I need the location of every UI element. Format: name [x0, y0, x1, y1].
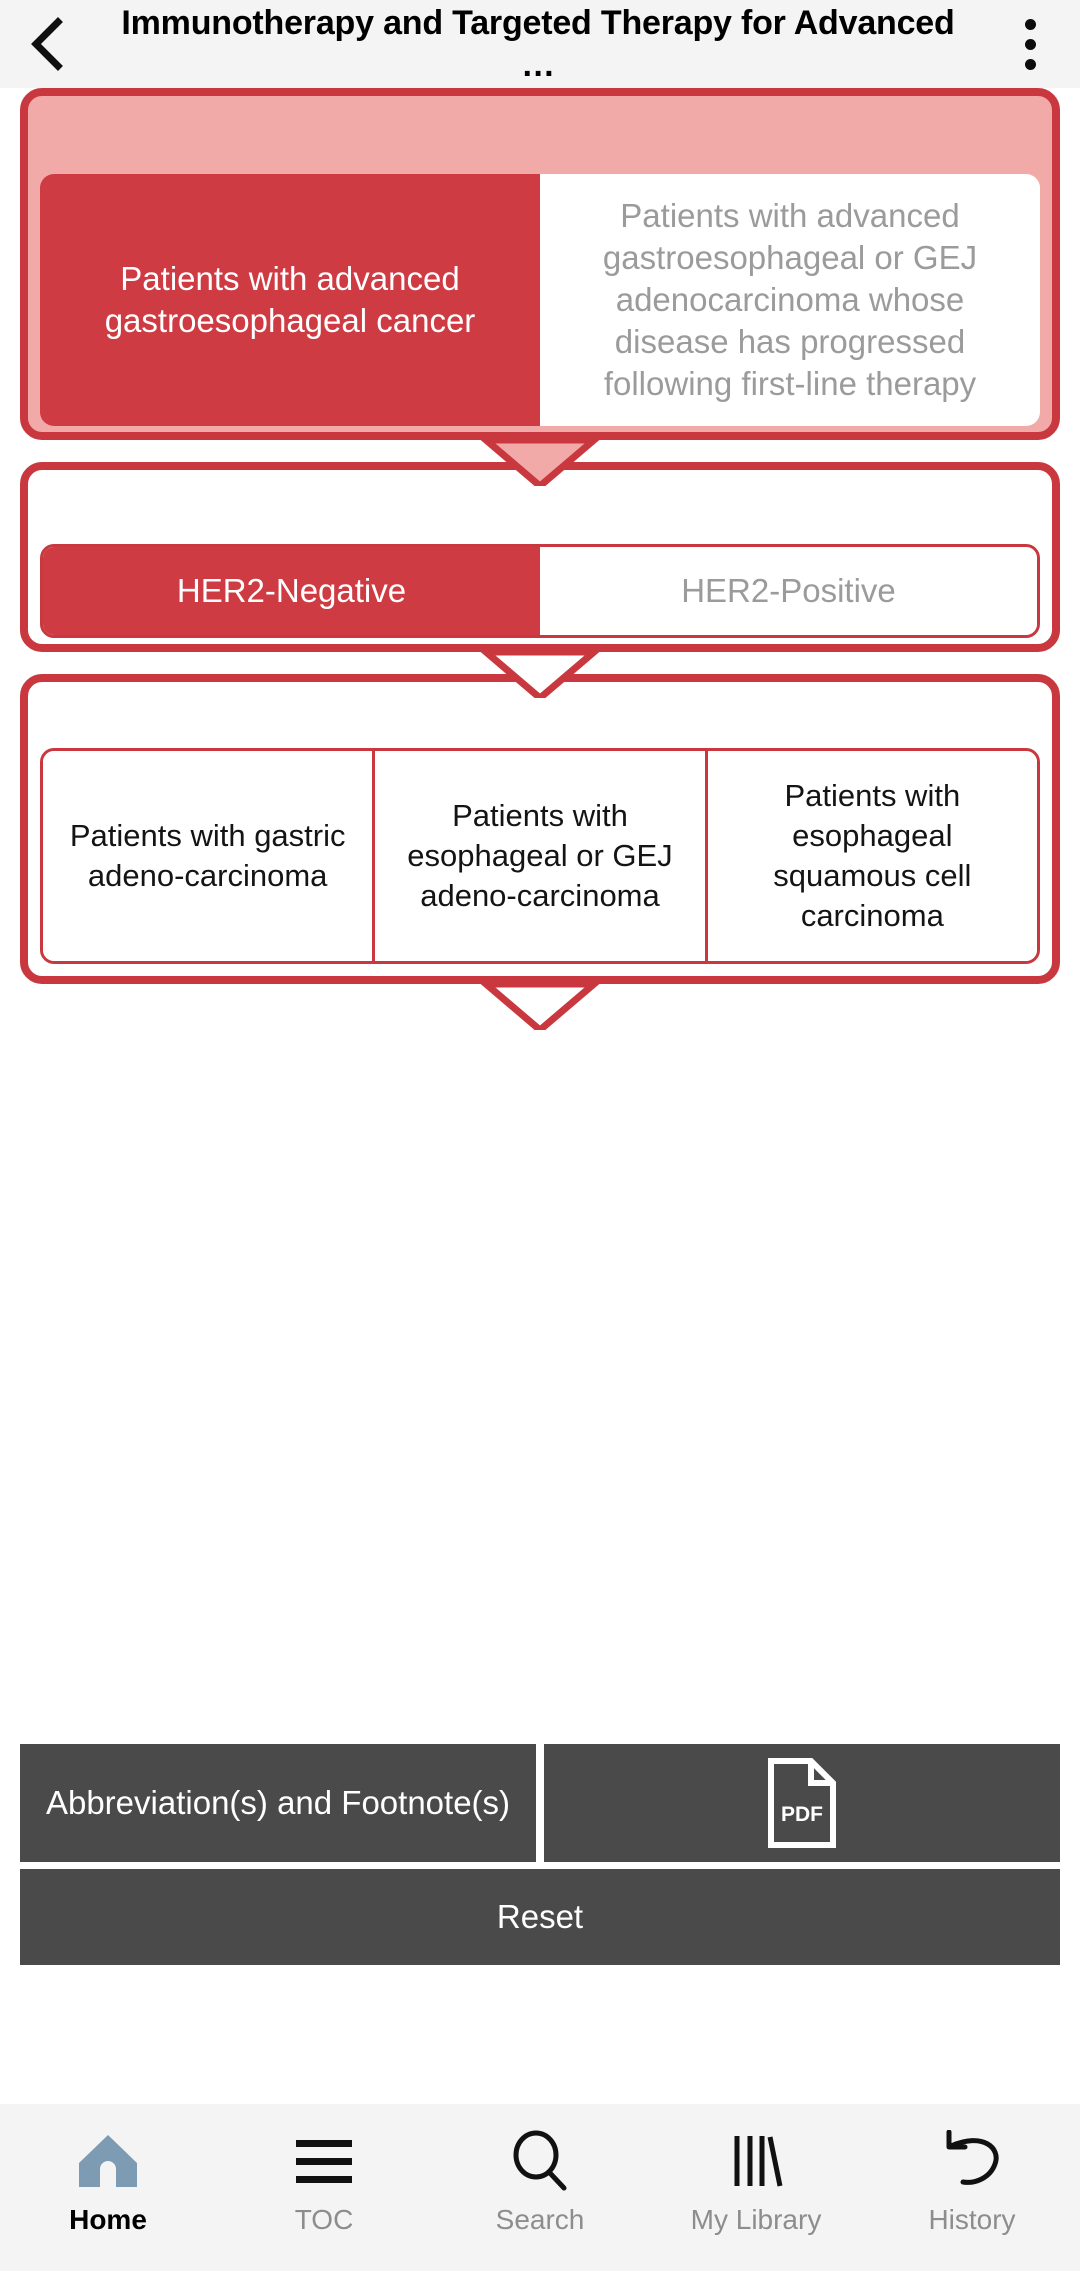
overflow-menu-icon [1024, 18, 1036, 30]
nav-item-history[interactable]: History [864, 2104, 1080, 2236]
nav-item-home[interactable]: Home [0, 2104, 216, 2236]
flow-connector-arrow [0, 984, 1080, 1030]
home-icon-wrap [75, 2130, 141, 2192]
option-esophageal-squamous-cell-carcinoma[interactable]: Patients with esophageal squamous cell c… [704, 751, 1037, 961]
action-button-group: Abbreviation(s) and Footnote(s) PDF Rese… [20, 1744, 1060, 1965]
flow-step-population: Patients with advanced gastroesophageal … [20, 88, 1060, 440]
option-her2-positive[interactable]: HER2-Positive [540, 547, 1037, 635]
app-header: Immunotherapy and Targeted Therapy for A… [0, 0, 1080, 88]
flow-step-her2: HER2-Negative HER2-Positive [20, 462, 1060, 652]
option-gastric-adenocarcinoma[interactable]: Patients with gastric adeno-carcinoma [43, 751, 373, 961]
nav-item-search[interactable]: Search [432, 2104, 648, 2236]
option-row: Patients with gastric adeno-carcinoma Pa… [40, 748, 1040, 964]
option-population-selected[interactable]: Patients with advanced gastroesophageal … [40, 174, 540, 426]
decision-flow: Patients with advanced gastroesophageal … [0, 88, 1080, 1030]
list-lines-icon [296, 2140, 352, 2183]
down-arrow-icon [480, 984, 600, 1030]
option-row: HER2-Negative HER2-Positive [40, 544, 1040, 638]
option-esophageal-gej-adenocarcinoma[interactable]: Patients with esophageal or GEJ adeno-ca… [372, 751, 705, 961]
nav-item-toc[interactable]: TOC [216, 2104, 432, 2236]
undo-arrow-icon [946, 2130, 999, 2185]
nav-label-history: History [928, 2204, 1016, 2235]
option-row: Patients with advanced gastroesophageal … [40, 174, 1040, 426]
overflow-menu-button[interactable] [980, 0, 1080, 88]
books-icon [734, 2136, 783, 2187]
search-icon-wrap [508, 2130, 572, 2192]
overflow-menu-icon-dot [1024, 38, 1036, 50]
library-icon-wrap [725, 2130, 787, 2192]
nav-label-home: Home [69, 2204, 147, 2235]
svg-text:PDF: PDF [781, 1803, 823, 1826]
toc-icon-wrap [292, 2130, 356, 2192]
nav-label-search: Search [495, 2204, 585, 2235]
reset-button[interactable]: Reset [20, 1869, 1060, 1965]
page-title: Immunotherapy and Targeted Therapy for A… [121, 4, 955, 84]
overflow-menu-icon-dot [1024, 58, 1036, 70]
history-icon-wrap [939, 2130, 1005, 2192]
back-button[interactable] [0, 0, 96, 88]
flow-step-histology: Patients with gastric adeno-carcinoma Pa… [20, 674, 1060, 984]
abbreviations-footnotes-button[interactable]: Abbreviation(s) and Footnote(s) [20, 1744, 536, 1862]
option-her2-negative[interactable]: HER2-Negative [43, 547, 540, 635]
pdf-document-icon: PDF [768, 1758, 836, 1848]
nav-label-my-library: My Library [690, 2204, 822, 2235]
pdf-download-button[interactable]: PDF [544, 1744, 1060, 1862]
chevron-left-icon [31, 17, 63, 71]
home-icon [79, 2135, 137, 2187]
bottom-navigation-bar: Home TOC Search My Library History [0, 2104, 1080, 2271]
magnifier-icon [513, 2130, 567, 2191]
nav-item-my-library[interactable]: My Library [648, 2104, 864, 2236]
nav-label-toc: TOC [294, 2204, 354, 2235]
option-population-alternate[interactable]: Patients with advanced gastroesophageal … [540, 174, 1040, 426]
action-row-top: Abbreviation(s) and Footnote(s) PDF [20, 1744, 1060, 1862]
